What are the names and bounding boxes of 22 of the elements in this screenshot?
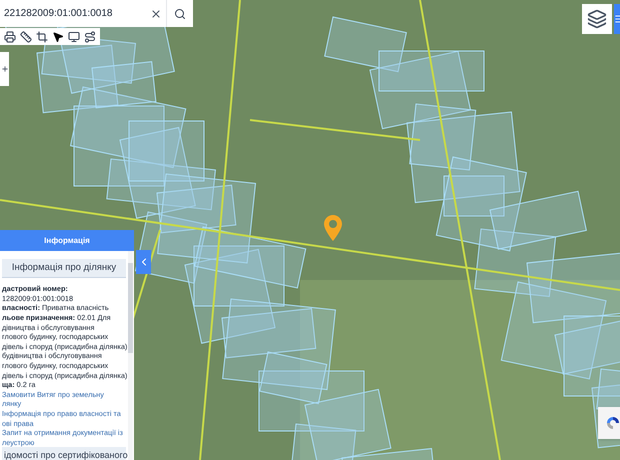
clear-button[interactable]	[146, 0, 166, 27]
search-button[interactable]	[167, 0, 193, 27]
printer-icon[interactable]	[4, 30, 16, 42]
search-icon	[174, 8, 186, 20]
panel-header: Інформація	[0, 230, 134, 251]
layers-button[interactable]	[582, 4, 612, 34]
section-heading: ідомості про сертифікованого	[2, 447, 126, 460]
section-heading: Інформація про ділянку	[2, 259, 126, 278]
monitor-icon[interactable]	[68, 30, 80, 42]
clear-icon	[150, 8, 162, 20]
area-icon[interactable]	[36, 30, 48, 42]
pointer-icon[interactable]	[52, 30, 64, 42]
collapse-panel-button[interactable]	[136, 250, 151, 274]
search-field[interactable]: 221282009:01:001:0018	[0, 0, 146, 27]
layers-icon	[587, 9, 607, 29]
plus-icon[interactable]	[0, 65, 8, 73]
scrollbar[interactable]	[128, 251, 133, 460]
ruler-icon[interactable]	[20, 30, 32, 42]
captcha-logo-icon	[606, 416, 620, 430]
zoom-in-button[interactable]	[0, 52, 9, 86]
location-pin-icon	[324, 215, 342, 241]
route-icon[interactable]	[84, 30, 96, 42]
